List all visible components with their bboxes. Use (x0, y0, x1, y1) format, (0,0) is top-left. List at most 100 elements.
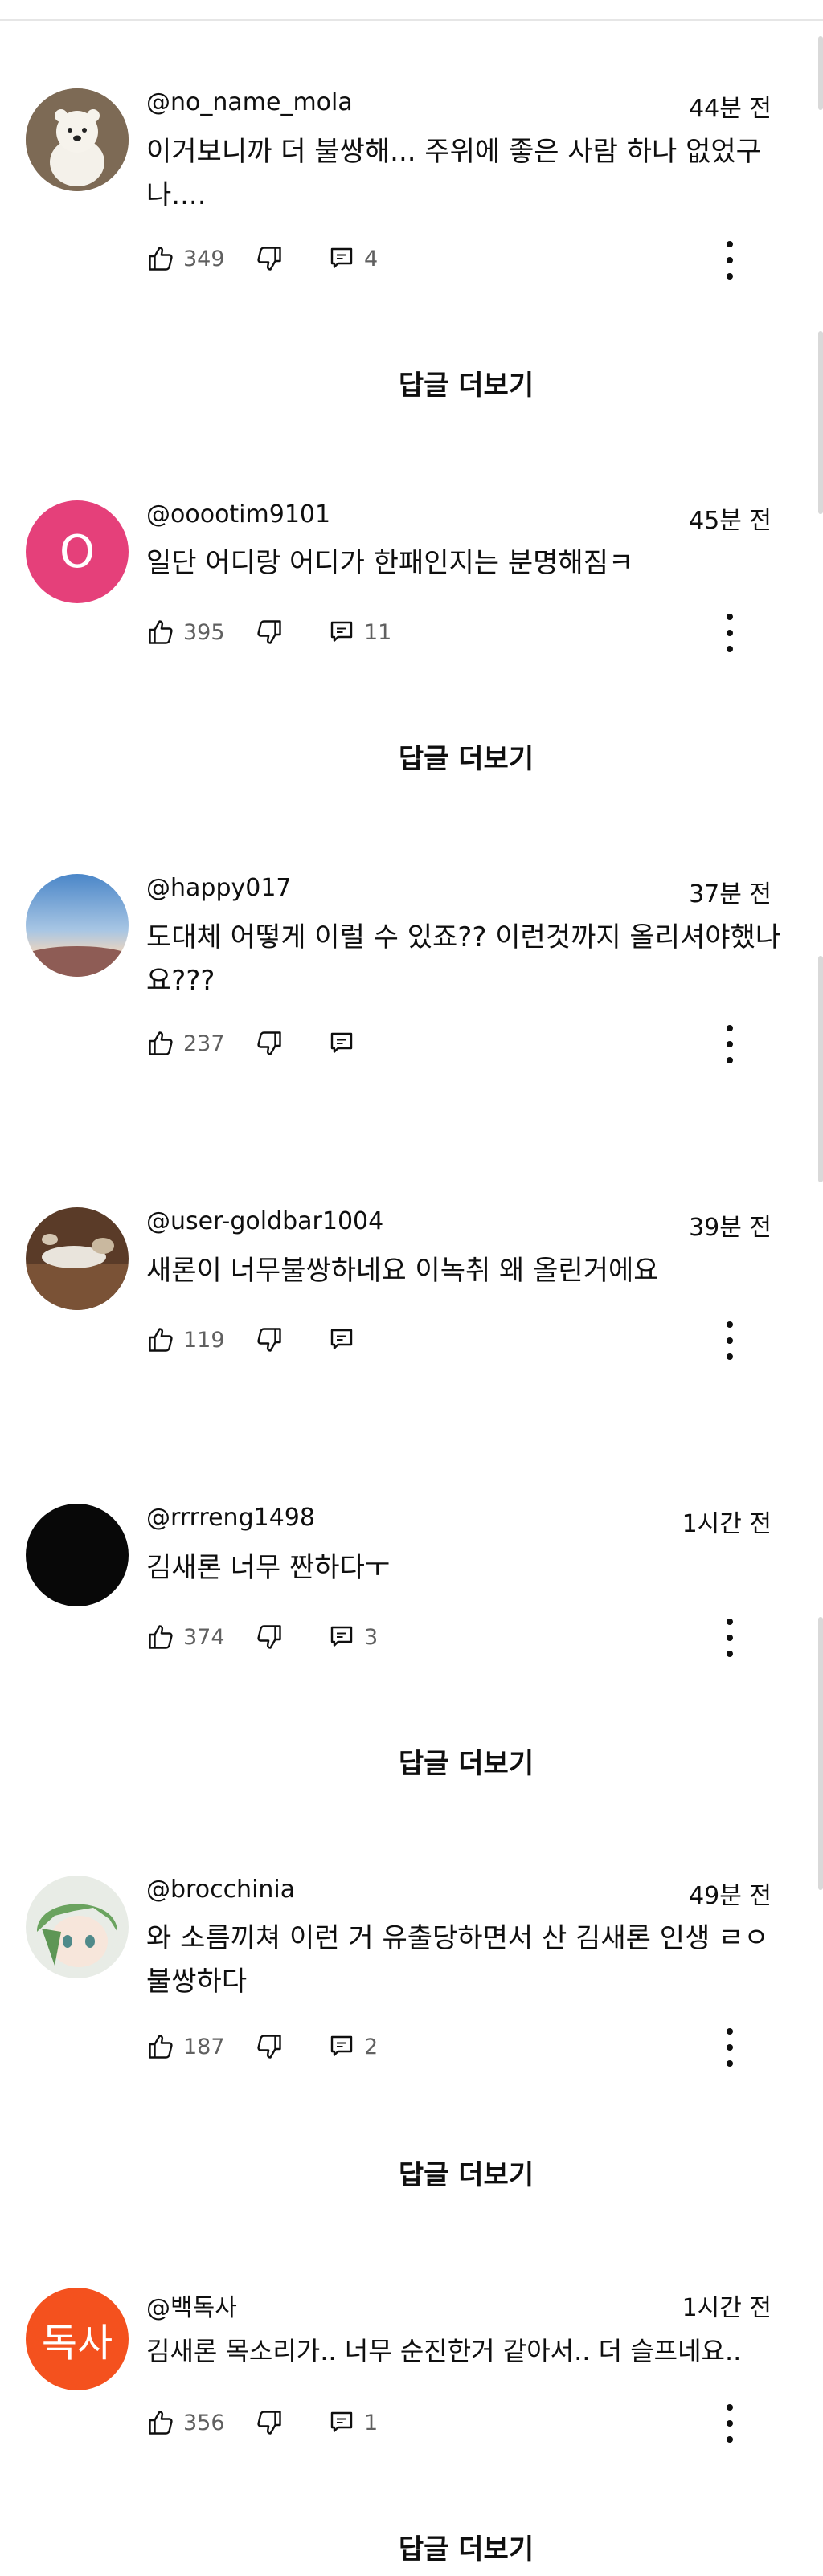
thumbs-down-icon (257, 620, 281, 644)
comment-text: 도대체 어떻게 이럴 수 있죠?? 이런것까지 올리셔야했나요??? (146, 921, 781, 997)
more-options-button[interactable] (723, 239, 736, 281)
anime-character-avatar-image (26, 1876, 129, 1978)
thumbs-up-icon (149, 247, 173, 271)
scrollbar-segment[interactable] (818, 956, 823, 1182)
comment-text: 일단 어디랑 어디가 한패인지는 분명해짐ㅋ (146, 547, 634, 579)
comment-author[interactable]: @ooootim9101 (146, 500, 330, 529)
dislike-button[interactable] (255, 1029, 327, 1058)
view-replies-button[interactable]: 답글 더보기 (0, 363, 823, 402)
avatar[interactable]: O (26, 500, 129, 603)
avatar-letter: O (59, 525, 96, 578)
thumbs-up-icon (149, 2035, 173, 2059)
like-button[interactable]: 237 (146, 1029, 255, 1058)
view-replies-button[interactable]: 답글 더보기 (0, 1741, 823, 1781)
reply-button[interactable] (327, 1325, 356, 1354)
comment-actions: 395 11 (146, 614, 391, 650)
thumbs-down-icon (257, 1625, 281, 1649)
comment-icon (330, 1626, 353, 1647)
comment-time: 45분 전 (689, 507, 772, 535)
thumbs-up-icon (149, 1328, 173, 1352)
comment-author[interactable]: @no_name_mola (146, 88, 353, 116)
tea-table-avatar-image (26, 1207, 129, 1310)
avatar[interactable] (26, 874, 129, 977)
thumbs-up-icon (149, 1031, 173, 1055)
like-button[interactable]: 374 (146, 1623, 255, 1651)
more-options-button[interactable] (723, 1617, 736, 1659)
polar-bear-avatar-image (26, 88, 129, 191)
comment-time: 49분 전 (689, 1882, 772, 1910)
reply-count: 11 (364, 619, 392, 645)
more-options-button[interactable] (723, 2027, 736, 2068)
dislike-button[interactable] (255, 1623, 327, 1651)
like-button[interactable]: 187 (146, 2032, 255, 2061)
like-count: 187 (183, 2034, 225, 2060)
avatar[interactable] (26, 88, 129, 191)
comment-icon (330, 1032, 353, 1053)
avatar[interactable]: 독사 (26, 2288, 129, 2390)
dislike-button[interactable] (255, 1325, 327, 1354)
like-count: 237 (183, 1031, 225, 1056)
more-options-button[interactable] (723, 2402, 736, 2444)
more-options-button[interactable] (723, 1320, 736, 1361)
comment-actions: 187 2 (146, 2029, 378, 2064)
comment-text: 새론이 너무불쌍하네요 이녹취 왜 올린거에요 (146, 1255, 659, 1287)
more-options-button[interactable] (723, 612, 736, 654)
thumbs-up-icon (149, 2411, 173, 2435)
comment-time: 39분 전 (689, 1214, 772, 1242)
avatar[interactable] (26, 1504, 129, 1606)
comment-time: 1시간 전 (682, 1510, 772, 1538)
comment-time: 1시간 전 (682, 2294, 772, 2322)
like-button[interactable]: 395 (146, 618, 255, 647)
comment-author[interactable]: @brocchinia (146, 1876, 295, 1904)
comment-icon (330, 621, 353, 642)
reply-button[interactable]: 3 (327, 1623, 378, 1651)
comment-time: 44분 전 (689, 95, 772, 123)
comment-author[interactable]: @백독사 (146, 2288, 237, 2323)
reply-count: 2 (364, 2034, 379, 2060)
reply-count: 1 (364, 2410, 379, 2435)
avatar[interactable] (26, 1876, 129, 1978)
view-replies-button[interactable]: 답글 더보기 (0, 2153, 823, 2192)
dislike-button[interactable] (255, 244, 327, 273)
thumbs-down-icon (257, 2411, 281, 2435)
like-button[interactable]: 356 (146, 2408, 255, 2437)
thumbs-down-icon (257, 2035, 281, 2059)
comment-icon (330, 1329, 353, 1349)
thumbs-up-icon (149, 620, 173, 644)
reply-button[interactable] (327, 1029, 356, 1058)
reply-button[interactable]: 11 (327, 618, 391, 647)
avatar-letter: 독사 (41, 2321, 113, 2366)
comment-text: 김새론 너무 짠하다ㅜ (146, 1552, 391, 1584)
like-count: 356 (183, 2410, 225, 2435)
comment-author[interactable]: @rrrreng1498 (146, 1504, 315, 1532)
like-count: 374 (183, 1624, 225, 1650)
view-replies-button[interactable]: 답글 더보기 (0, 737, 823, 776)
comment-icon (330, 2035, 353, 2056)
more-options-button[interactable] (723, 1023, 736, 1065)
comment-author[interactable]: @happy017 (146, 874, 292, 902)
top-divider (0, 19, 823, 21)
like-button[interactable]: 119 (146, 1325, 255, 1354)
like-button[interactable]: 349 (146, 244, 255, 273)
reply-button[interactable]: 1 (327, 2408, 378, 2437)
thumbs-down-icon (257, 1031, 281, 1055)
avatar[interactable] (26, 1207, 129, 1310)
like-count: 119 (183, 1327, 225, 1353)
dislike-button[interactable] (255, 618, 327, 647)
reply-button[interactable]: 2 (327, 2032, 378, 2061)
scrollbar-segment[interactable] (818, 36, 823, 110)
dislike-button[interactable] (255, 2032, 327, 2061)
dislike-button[interactable] (255, 2408, 327, 2437)
comment-time: 37분 전 (689, 880, 772, 908)
comment-icon (330, 247, 353, 268)
scrollbar-segment[interactable] (818, 331, 823, 514)
thumbs-down-icon (257, 1328, 281, 1352)
like-count: 349 (183, 246, 225, 271)
comment-text: 이거보니까 더 불쌍해... 주위에 좋은 사람 하나 없었구나.... (146, 136, 761, 211)
reply-button[interactable]: 4 (327, 244, 378, 273)
thumbs-up-icon (149, 1625, 173, 1649)
comment-actions: 356 1 (146, 2405, 378, 2440)
view-replies-button[interactable]: 답글 더보기 (0, 2527, 823, 2566)
comment-author[interactable]: @user-goldbar1004 (146, 1207, 383, 1235)
comment-actions: 119 (146, 1322, 356, 1357)
